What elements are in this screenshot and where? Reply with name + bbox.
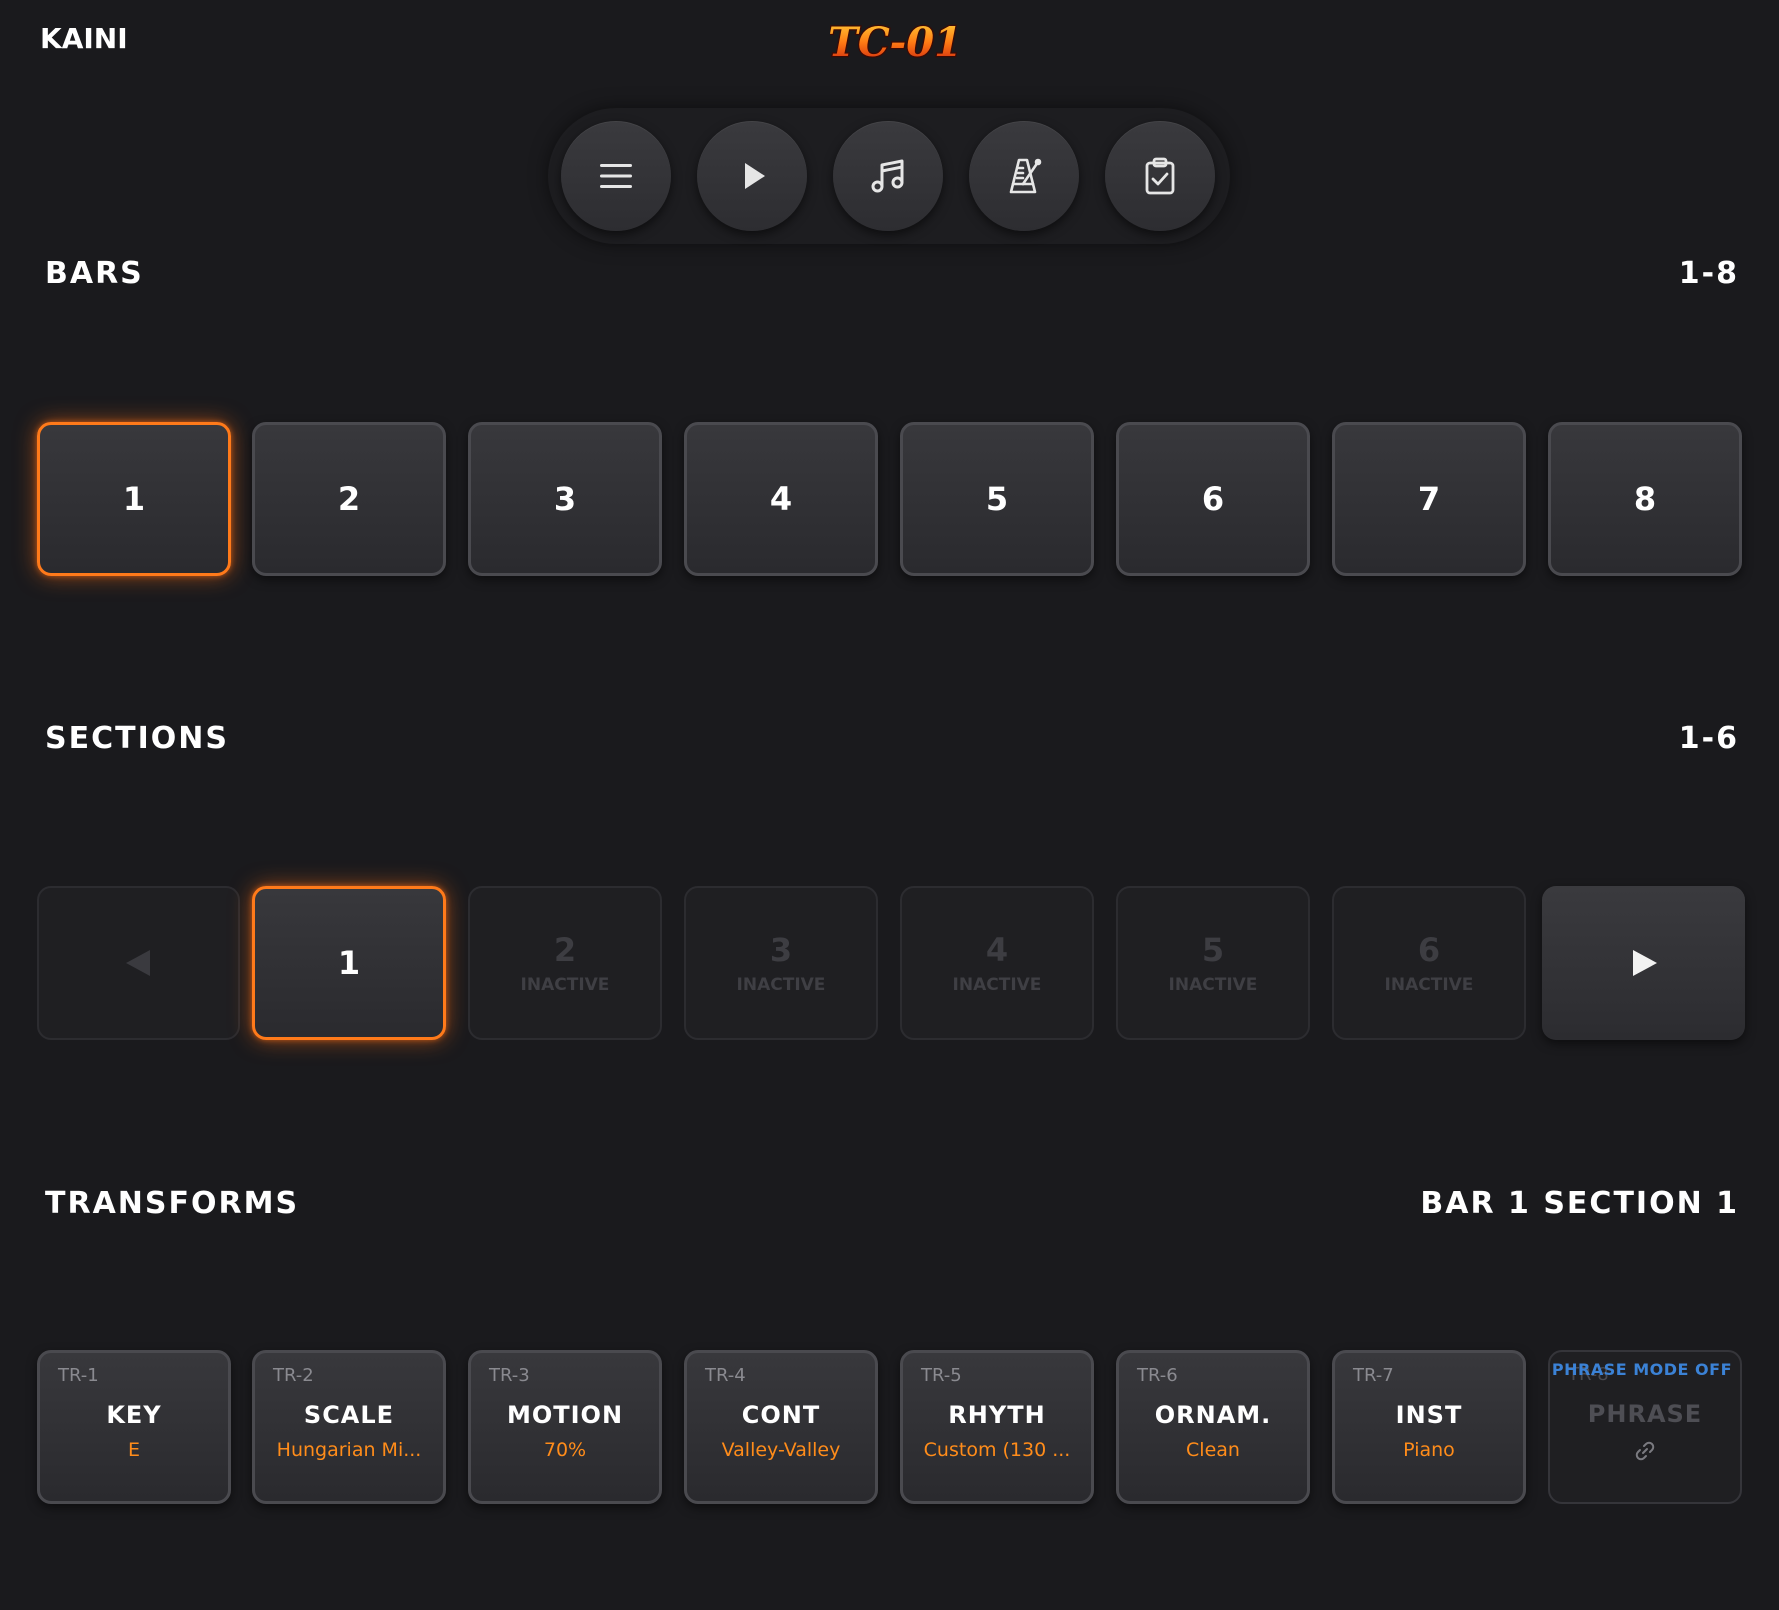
section-number: 5	[1201, 931, 1225, 969]
transforms-context: BAR 1 SECTION 1	[1420, 1186, 1739, 1221]
bar-number: 1	[122, 480, 146, 518]
section-button-4[interactable]: 4 INACTIVE	[900, 886, 1094, 1040]
app-logo: TC-01	[827, 4, 963, 84]
transform-phrase[interactable]: TR-8 PHRASE MODE OFF PHRASE	[1548, 1350, 1742, 1504]
transform-contour[interactable]: TR-4 CONT Valley-Valley	[684, 1350, 878, 1504]
music-note-icon	[871, 159, 904, 193]
transform-name: CONT	[741, 1401, 821, 1429]
bar-button-1[interactable]: 1	[37, 422, 231, 576]
transform-id: TR-1	[58, 1365, 99, 1386]
phrase-mode-status: PHRASE MODE OFF	[1551, 1360, 1732, 1379]
transform-value: Valley-Valley	[721, 1439, 841, 1461]
transform-name: MOTION	[506, 1401, 624, 1429]
transforms-title: TRANSFORMS	[45, 1186, 300, 1221]
bar-number: 5	[985, 480, 1009, 518]
bar-number: 7	[1417, 480, 1441, 518]
transform-ornament[interactable]: TR-6 ORNAM. Clean	[1116, 1350, 1310, 1504]
transform-key[interactable]: TR-1 KEY E	[37, 1350, 231, 1504]
section-number: 3	[769, 931, 793, 969]
sections-range: 1-6	[1678, 721, 1739, 756]
transform-name: KEY	[106, 1401, 162, 1429]
bar-number: 8	[1633, 480, 1657, 518]
transform-id: TR-4	[705, 1365, 746, 1386]
section-state: INACTIVE	[520, 975, 610, 995]
transform-instrument[interactable]: TR-7 INST Piano	[1332, 1350, 1526, 1504]
bar-number: 3	[553, 480, 577, 518]
section-button-1[interactable]: 1	[252, 886, 446, 1040]
bar-button-4[interactable]: 4	[684, 422, 878, 576]
bars-range: 1-8	[1678, 256, 1739, 291]
bar-button-3[interactable]: 3	[468, 422, 662, 576]
triangle-right-icon	[1632, 950, 1657, 976]
transform-rhythm[interactable]: TR-5 RHYTH Custom (130 ...	[900, 1350, 1094, 1504]
bar-number: 2	[337, 480, 361, 518]
clipboard-button[interactable]	[1105, 121, 1215, 231]
transform-id: TR-7	[1353, 1365, 1394, 1386]
bars-row: 1 2 3 4 5 6 7 8	[37, 422, 1745, 582]
transform-id: TR-6	[1137, 1365, 1178, 1386]
bar-number: 6	[1201, 480, 1225, 518]
section-prev-button[interactable]	[37, 886, 240, 1040]
transform-value: Hungarian Mi...	[276, 1439, 422, 1461]
play-button[interactable]	[697, 121, 807, 231]
transform-name: PHRASE	[1587, 1400, 1703, 1428]
section-state: INACTIVE	[952, 975, 1042, 995]
transform-name: INST	[1395, 1401, 1463, 1429]
transform-id: TR-2	[273, 1365, 314, 1386]
link-icon	[1635, 1441, 1655, 1461]
music-button[interactable]	[833, 121, 943, 231]
sections-row: 1 2 INACTIVE 3 INACTIVE 4 INACTIVE 5 INA…	[37, 886, 1745, 1046]
section-button-5[interactable]: 5 INACTIVE	[1116, 886, 1310, 1040]
section-state: INACTIVE	[1168, 975, 1258, 995]
transform-name: SCALE	[303, 1401, 395, 1429]
bar-button-5[interactable]: 5	[900, 422, 1094, 576]
transform-id: TR-3	[489, 1365, 530, 1386]
section-button-3[interactable]: 3 INACTIVE	[684, 886, 878, 1040]
transform-scale[interactable]: TR-2 SCALE Hungarian Mi...	[252, 1350, 446, 1504]
section-next-button[interactable]	[1542, 886, 1745, 1040]
transform-name: ORNAM.	[1154, 1401, 1272, 1429]
transform-id: TR-5	[921, 1365, 962, 1386]
menu-button[interactable]	[561, 121, 671, 231]
menu-icon	[600, 164, 632, 188]
app-logo-text: TC-01	[830, 19, 960, 66]
transforms-row: TR-1 KEY E TR-2 SCALE Hungarian Mi... TR…	[37, 1350, 1745, 1510]
app-root: KAINI TC-01 BARS 1-8 1 2 3 4 5 6 7 8 SEC…	[0, 0, 1779, 1610]
metronome-button[interactable]	[969, 121, 1079, 231]
section-number: 2	[553, 931, 577, 969]
metronome-icon	[1009, 158, 1042, 194]
bar-button-6[interactable]: 6	[1116, 422, 1310, 576]
sections-title: SECTIONS	[45, 721, 229, 756]
triangle-left-icon	[125, 950, 150, 976]
bar-button-7[interactable]: 7	[1332, 422, 1526, 576]
transform-motion[interactable]: TR-3 MOTION 70%	[468, 1350, 662, 1504]
section-state: INACTIVE	[1384, 975, 1474, 995]
play-icon	[745, 163, 765, 189]
section-number: 6	[1417, 931, 1441, 969]
main-toolbar	[548, 108, 1230, 244]
bar-button-8[interactable]: 8	[1548, 422, 1742, 576]
transform-value: Custom (130 ...	[923, 1439, 1071, 1461]
transform-value: 70%	[543, 1439, 587, 1461]
bars-title: BARS	[45, 256, 144, 291]
transform-value: Piano	[1403, 1439, 1455, 1461]
transform-value: Clean	[1186, 1439, 1240, 1461]
bar-button-2[interactable]: 2	[252, 422, 446, 576]
transform-value: E	[127, 1439, 140, 1461]
section-button-2[interactable]: 2 INACTIVE	[468, 886, 662, 1040]
section-number: 4	[985, 931, 1009, 969]
section-button-6[interactable]: 6 INACTIVE	[1332, 886, 1526, 1040]
section-state: INACTIVE	[736, 975, 826, 995]
transform-name: RHYTH	[948, 1401, 1046, 1429]
clipboard-check-icon	[1145, 157, 1175, 195]
section-number: 1	[337, 944, 361, 982]
bar-number: 4	[769, 480, 793, 518]
brand-name: KAINI	[40, 22, 128, 55]
